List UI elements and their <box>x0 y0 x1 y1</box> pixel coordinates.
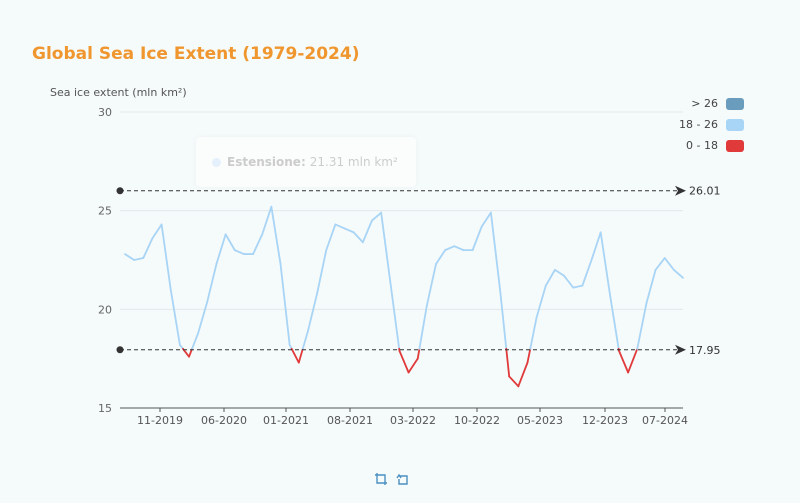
series-segment <box>471 225 483 252</box>
markline-label: 26.01 <box>689 185 721 198</box>
series-segment <box>645 268 657 305</box>
series-segment <box>654 257 666 271</box>
series-segment <box>490 211 501 291</box>
x-tick-label: 01-2021 <box>263 414 309 427</box>
series-segment <box>599 231 611 295</box>
series-segment <box>563 274 575 289</box>
y-tick-label: 20 <box>98 303 112 316</box>
series-segment <box>636 302 648 350</box>
series-segment <box>343 227 355 234</box>
series-segment <box>279 263 291 346</box>
series-segment <box>301 330 309 350</box>
x-tick-label: 05-2023 <box>517 414 563 427</box>
tooltip: Estensione: 21.31 mln km² <box>196 137 416 187</box>
tooltip-key: Estensione: <box>227 155 306 169</box>
series-segment <box>215 233 227 265</box>
series-segment <box>453 245 465 252</box>
series-segment <box>371 211 383 222</box>
series-segment <box>672 268 684 279</box>
series-segment <box>544 268 556 287</box>
series-segment <box>663 257 675 271</box>
series-segment <box>508 375 520 388</box>
series-segment <box>590 231 602 261</box>
series-segment <box>572 284 584 289</box>
series-segment <box>444 245 456 252</box>
x-tick-label: 03-2022 <box>390 414 436 427</box>
series-segment <box>160 223 172 291</box>
series-segment <box>197 300 209 334</box>
series-segment <box>499 288 508 350</box>
series-segment <box>169 288 181 346</box>
series-segment <box>142 237 154 259</box>
series-segment <box>535 284 547 319</box>
series-segment <box>608 292 620 350</box>
series-segment <box>529 316 538 350</box>
series-segment <box>627 347 639 374</box>
y-tick-label: 30 <box>98 106 112 119</box>
series-segment <box>352 231 364 244</box>
series-segment <box>252 233 264 255</box>
x-tick-label: 08-2021 <box>327 414 373 427</box>
series-segment <box>418 304 428 350</box>
series-segment <box>233 249 245 255</box>
line-chart: 15 20 25 30 11-2019 06-2020 01-2021 08-2021 03-2… <box>98 106 721 427</box>
tooltip-value: 21.31 mln km² <box>309 155 398 169</box>
series-segment <box>380 211 392 283</box>
series-segment <box>334 223 346 230</box>
series-segment <box>191 332 200 350</box>
series-segment <box>361 219 373 244</box>
series-segment <box>425 263 437 307</box>
y-tick-label: 25 <box>98 205 112 218</box>
series-segment <box>407 357 419 374</box>
zoom-reset-icon[interactable] <box>396 472 410 486</box>
series-segment <box>290 347 300 364</box>
series-segment <box>325 223 337 252</box>
x-tick-label: 12-2023 <box>582 414 628 427</box>
series-segment <box>151 223 163 240</box>
series-segment <box>398 349 410 374</box>
y-tick-label: 15 <box>98 402 112 415</box>
series-segment <box>526 347 532 364</box>
toolbox <box>374 472 410 486</box>
markline-label: 17.95 <box>689 344 721 357</box>
x-tick-label: 07-2024 <box>642 414 688 427</box>
series-segment <box>581 259 593 287</box>
series-segment <box>316 249 328 295</box>
series-segment <box>307 292 318 332</box>
tooltip-marker <box>212 157 221 167</box>
series-segment <box>618 349 630 374</box>
series-segment <box>206 263 218 303</box>
x-tick-label: 10-2022 <box>454 414 500 427</box>
zoom-select-icon[interactable] <box>374 472 388 486</box>
series-segment <box>435 249 447 265</box>
x-tick-label: 06-2020 <box>201 414 247 427</box>
series-segment <box>517 361 529 388</box>
series-segment <box>224 233 236 252</box>
series-segment <box>505 347 511 378</box>
series-segment <box>133 257 145 261</box>
series-segment <box>297 347 304 364</box>
series-segment <box>480 211 492 228</box>
series-segment <box>124 253 136 261</box>
series-segment <box>554 268 565 277</box>
x-tick-label: 11-2019 <box>137 414 183 427</box>
series-segment <box>389 280 401 350</box>
series-segment <box>270 205 282 265</box>
